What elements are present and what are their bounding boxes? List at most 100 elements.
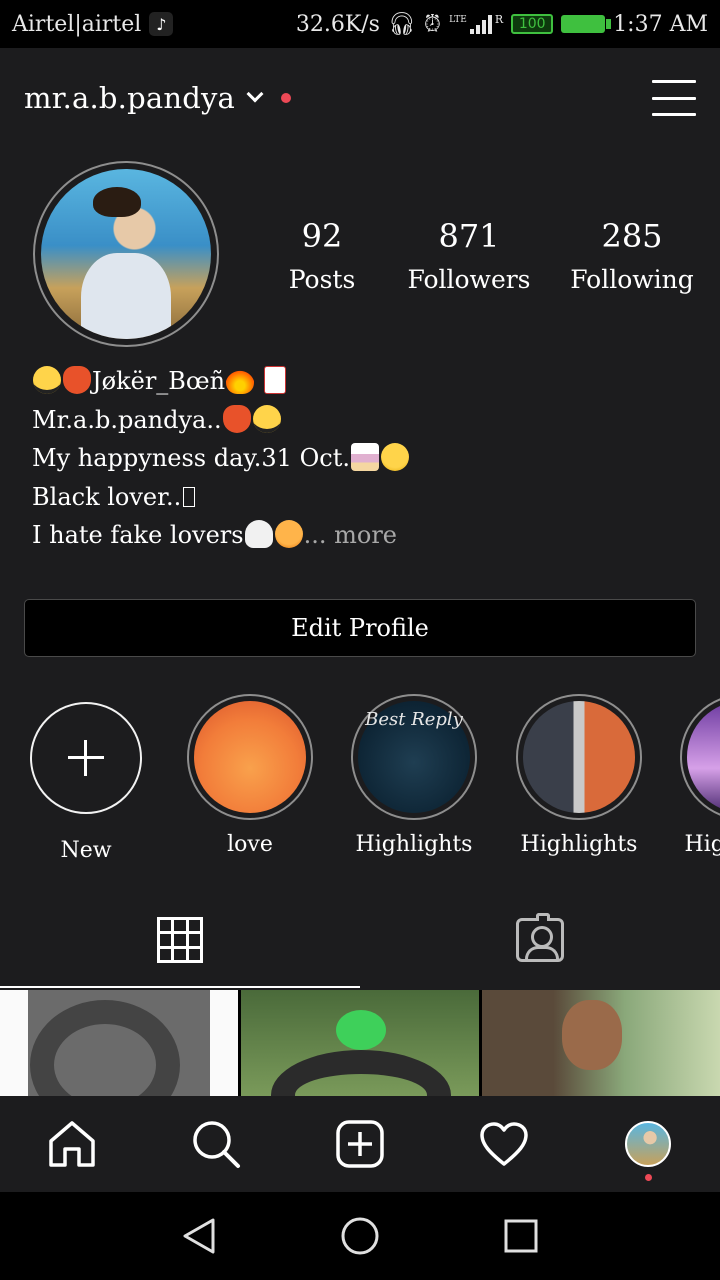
highlight-highlights-2[interactable]: Highlights — [514, 694, 644, 857]
bottom-navigation — [0, 1096, 720, 1192]
status-bar: Airtel|airtel ♪ 32.6K/s 🎧︎ ⏰︎ LTE R 100 … — [0, 0, 720, 48]
chevron-down-icon[interactable] — [246, 85, 264, 103]
nav-profile[interactable] — [576, 1096, 720, 1192]
nav-home[interactable] — [0, 1096, 144, 1192]
posts-grid — [0, 990, 720, 1096]
bio-line-5: I hate fake lovers ... more — [32, 516, 692, 555]
carrier-name: Airtel|airtel — [12, 11, 142, 37]
tiktok-notification-icon: ♪ — [149, 12, 174, 36]
home-icon — [49, 1121, 95, 1167]
active-tab-indicator — [0, 986, 360, 988]
followers-stat[interactable]: 871 Followers — [374, 214, 564, 302]
tagged-icon — [516, 913, 564, 962]
following-count: 285 — [601, 217, 663, 255]
hamburger-menu-icon[interactable] — [652, 80, 696, 116]
status-right: 32.6K/s 🎧︎ ⏰︎ LTE R 100 1:37 AM — [296, 12, 708, 37]
profile-bio: Jøkër_Bœñ Mr.a.b.pandya.. My happyness d… — [32, 362, 692, 555]
battery-icon — [561, 15, 612, 33]
posts-label: Posts — [288, 265, 356, 294]
ghost-emoji-icon — [244, 520, 273, 548]
post-thumbnail[interactable] — [482, 990, 720, 1096]
highlight-love[interactable]: love — [185, 694, 315, 857]
profile-avatar-icon — [625, 1121, 671, 1167]
post-thumbnail[interactable] — [241, 990, 479, 1096]
signal-bars-icon — [469, 14, 492, 34]
notification-dot — [645, 1174, 652, 1181]
nav-activity[interactable] — [432, 1096, 576, 1192]
alarm-icon: ⏰︎ — [423, 11, 442, 37]
sunglasses-emoji-icon — [33, 366, 61, 394]
add-post-icon — [336, 1120, 384, 1168]
home-circle-icon[interactable] — [340, 1216, 380, 1256]
bio-line-2: Mr.a.b.pandya.. — [32, 401, 692, 440]
nav-add-post[interactable] — [288, 1096, 432, 1192]
roaming-label: R — [494, 13, 504, 26]
followers-label: Followers — [407, 265, 531, 294]
clock: 1:37 AM — [613, 11, 708, 37]
following-stat[interactable]: 285 Following — [564, 214, 700, 302]
bio-line-4-text: Black lover.. — [32, 482, 182, 511]
highlight-ring[interactable] — [187, 694, 313, 820]
bio-line-2-text: Mr.a.b.pandya.. — [32, 405, 222, 434]
search-icon — [193, 1121, 240, 1168]
bio-line-3-text: My happyness day.31 Oct. — [32, 444, 350, 472]
bio-line-1: Jøkër_Bœñ — [32, 362, 692, 401]
grid-icon — [157, 917, 203, 963]
network-speed: 32.6K/s — [295, 11, 380, 37]
followers-count: 871 — [438, 217, 500, 255]
edit-profile-button[interactable]: Edit Profile — [24, 599, 696, 657]
tab-grid[interactable] — [0, 892, 360, 988]
new-highlight-ring[interactable] — [30, 702, 142, 814]
bio-line-4: Black lover.. — [32, 478, 692, 517]
lte-signal-icon: LTE R — [449, 14, 503, 34]
highlight-highlights-1[interactable]: Best Reply Highlights — [349, 694, 479, 857]
highlight-cover — [687, 701, 720, 813]
battery-indicator: 100 — [511, 14, 554, 34]
following-label: Following — [570, 265, 694, 294]
bio-line-3: My happyness day.31 Oct. — [32, 439, 692, 478]
highlight-label: love — [227, 832, 273, 857]
system-navigation-bar — [0, 1192, 720, 1280]
recents-icon[interactable] — [503, 1218, 539, 1254]
nav-search[interactable] — [144, 1096, 288, 1192]
highlight-new[interactable]: New — [21, 694, 151, 863]
highlight-label: Highlights — [355, 832, 473, 857]
highlight-label: Highlights — [684, 832, 720, 857]
highlight-cover: Best Reply — [358, 701, 470, 813]
lte-label: LTE — [449, 15, 467, 25]
bio-line-5-text: I hate fake lovers — [32, 521, 244, 549]
profile-avatar[interactable] — [41, 169, 211, 339]
highlight-cover — [194, 701, 306, 813]
profile-avatar-ring[interactable] — [33, 161, 219, 347]
highlight-label: Highlights — [520, 832, 638, 857]
highlight-highlights-3[interactable]: Highlights — [678, 694, 720, 857]
profile-header: mr.a.b.pandya — [0, 48, 720, 148]
highlight-label: New — [60, 838, 112, 863]
highlight-ring[interactable] — [680, 694, 720, 820]
highlight-ring[interactable] — [516, 694, 642, 820]
highlight-cover — [523, 701, 635, 813]
unsupported-glyph-icon — [183, 486, 196, 507]
sunglasses-emoji-icon — [252, 404, 281, 433]
tab-tagged[interactable] — [360, 892, 720, 988]
bio-more-link[interactable]: ... more — [304, 521, 397, 549]
highlight-cover-text: Best Reply — [365, 709, 463, 730]
birthday-cake-emoji-icon — [350, 443, 379, 471]
devil-emoji-icon — [222, 404, 251, 433]
username-switcher[interactable]: mr.a.b.pandya — [24, 81, 235, 115]
post-thumbnail[interactable] — [0, 990, 238, 1096]
bio-line-1-text: Jøkër_Bœñ — [92, 367, 226, 395]
notification-dot — [281, 93, 292, 103]
heart-icon — [480, 1122, 528, 1166]
highlight-ring[interactable]: Best Reply — [351, 694, 477, 820]
headphones-icon: 🎧︎ — [387, 11, 416, 37]
back-icon[interactable] — [181, 1216, 217, 1256]
devil-emoji-icon — [63, 366, 91, 394]
joker-card-emoji-icon — [263, 366, 286, 394]
plus-icon — [68, 740, 104, 776]
posts-stat[interactable]: 92 Posts — [270, 214, 374, 302]
profile-tabs — [0, 892, 720, 990]
fire-emoji-icon — [226, 366, 255, 394]
angry-emoji-icon — [274, 520, 303, 548]
posts-count: 92 — [301, 217, 343, 255]
